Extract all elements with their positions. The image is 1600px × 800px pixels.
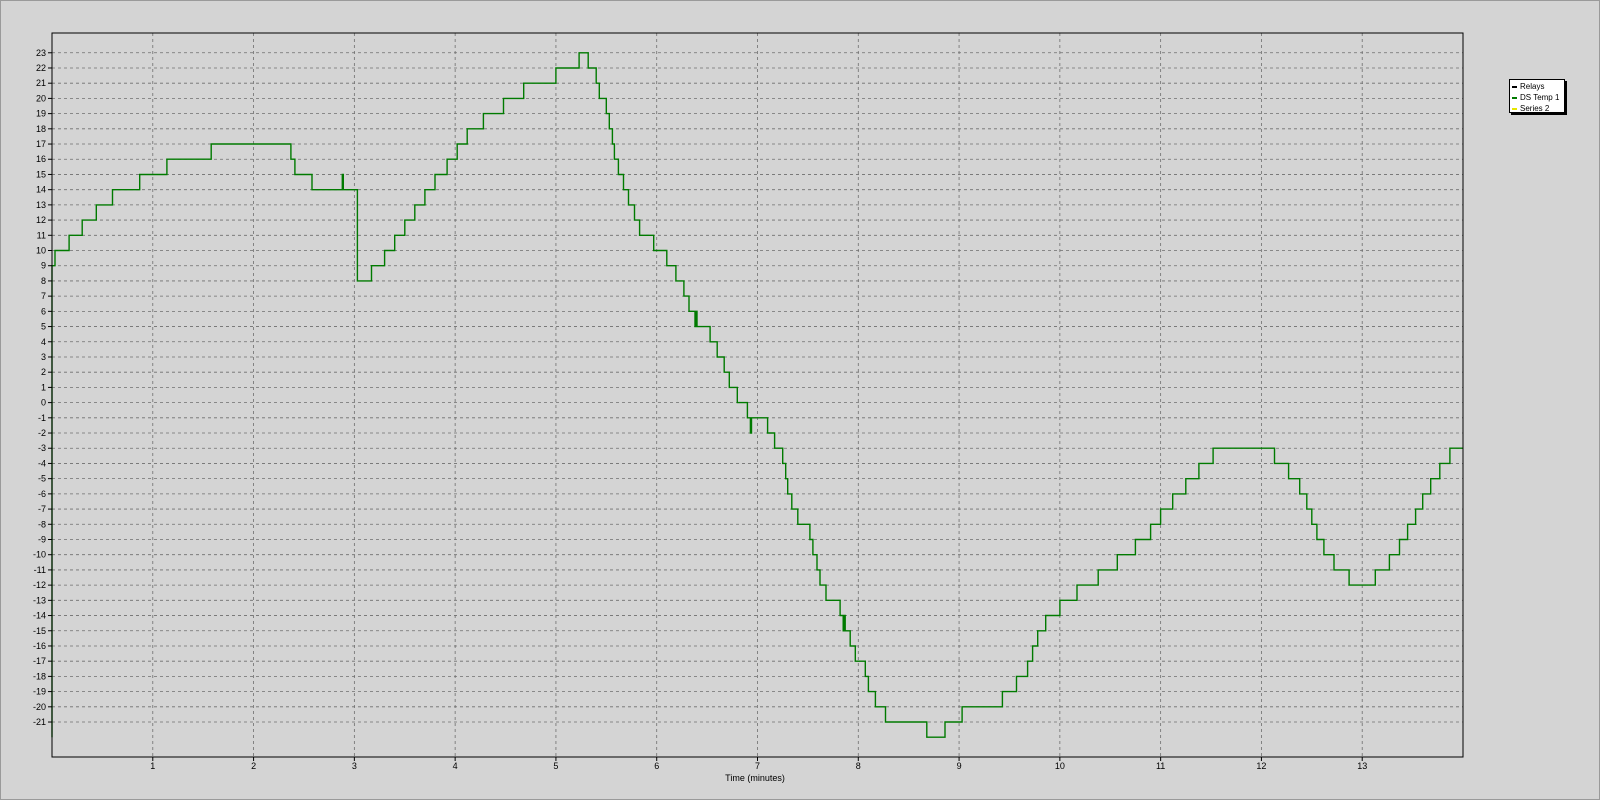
y-tick-label: -16: [33, 641, 46, 651]
y-tick-label: 10: [36, 246, 46, 256]
y-tick-label: 9: [41, 261, 46, 271]
legend: Relays DS Temp 1 Series 2: [1509, 79, 1565, 113]
y-tick-label: 13: [36, 200, 46, 210]
x-tick-label: 4: [453, 761, 458, 771]
legend-label: DS Temp 1: [1520, 93, 1560, 102]
x-tick-label: 5: [553, 761, 558, 771]
legend-item: Series 2: [1512, 103, 1564, 114]
x-tick-label: 13: [1357, 761, 1367, 771]
x-tick-label: 7: [755, 761, 760, 771]
x-tick-label: 8: [856, 761, 861, 771]
y-tick-label: 12: [36, 215, 46, 225]
y-tick-label: -19: [33, 687, 46, 697]
y-tick-label: -4: [38, 458, 46, 468]
x-tick-label: 2: [251, 761, 256, 771]
x-tick-label: 3: [352, 761, 357, 771]
y-tick-label: -18: [33, 671, 46, 681]
y-tick-label: 0: [41, 398, 46, 408]
y-tick-label: -1: [38, 413, 46, 423]
y-tick-label: 3: [41, 352, 46, 362]
y-tick-label: 21: [36, 78, 46, 88]
legend-item: DS Temp 1: [1512, 92, 1564, 103]
y-tick-label: 22: [36, 63, 46, 73]
y-tick-label: 19: [36, 109, 46, 119]
y-tick-label: -11: [34, 565, 46, 575]
x-axis-label: Time (minutes): [725, 773, 785, 783]
y-tick-label: 20: [36, 93, 46, 103]
y-tick-label: 17: [36, 139, 46, 149]
y-tick-label: -3: [38, 443, 46, 453]
y-tick-label: 5: [41, 322, 46, 332]
y-tick-label: 1: [41, 382, 46, 392]
y-tick-label: -8: [38, 519, 46, 529]
y-tick-label: -21: [33, 717, 46, 727]
x-tick-label: 12: [1256, 761, 1266, 771]
y-tick-label: -2: [38, 428, 46, 438]
y-tick-label: -9: [38, 534, 46, 544]
x-tick-label: 9: [957, 761, 962, 771]
y-tick-label: 2: [41, 367, 46, 377]
y-tick-label: -12: [33, 580, 46, 590]
y-tick-label: -15: [33, 626, 46, 636]
y-tick-label: 8: [41, 276, 46, 286]
legend-label: Relays: [1520, 82, 1545, 91]
x-tick-label: 10: [1055, 761, 1065, 771]
y-tick-label: -14: [33, 611, 46, 621]
y-tick-label: -13: [33, 595, 46, 605]
y-tick-label: 7: [41, 291, 46, 301]
chart-svg: 1 2 3 4 5 6 7 8 9 10 11 12 1323222120191817161514131…: [33, 32, 1464, 771]
x-tick-label: 6: [654, 761, 659, 771]
y-tick-label: -20: [33, 702, 46, 712]
y-tick-label: 4: [41, 337, 46, 347]
legend-swatch: [1512, 96, 1517, 99]
y-tick-label: -17: [33, 656, 46, 666]
x-tick-label: 1: [150, 761, 155, 771]
y-tick-label: 15: [36, 169, 46, 179]
y-tick-label: 18: [36, 124, 46, 134]
y-tick-label: 23: [36, 48, 46, 58]
y-tick-label: -10: [33, 550, 46, 560]
y-tick-label: 11: [37, 230, 46, 240]
y-tick-label: -5: [38, 474, 46, 484]
legend-item: Relays: [1512, 81, 1564, 92]
legend-swatch: [1512, 107, 1517, 110]
x-tick-label: 11: [1156, 761, 1165, 771]
y-tick-label: 16: [36, 154, 46, 164]
y-tick-label: 6: [41, 306, 46, 316]
y-tick-label: -6: [38, 489, 46, 499]
legend-swatch: [1512, 85, 1517, 88]
y-tick-label: 14: [36, 185, 46, 195]
y-tick-label: -7: [38, 504, 46, 514]
legend-label: Series 2: [1520, 104, 1550, 113]
